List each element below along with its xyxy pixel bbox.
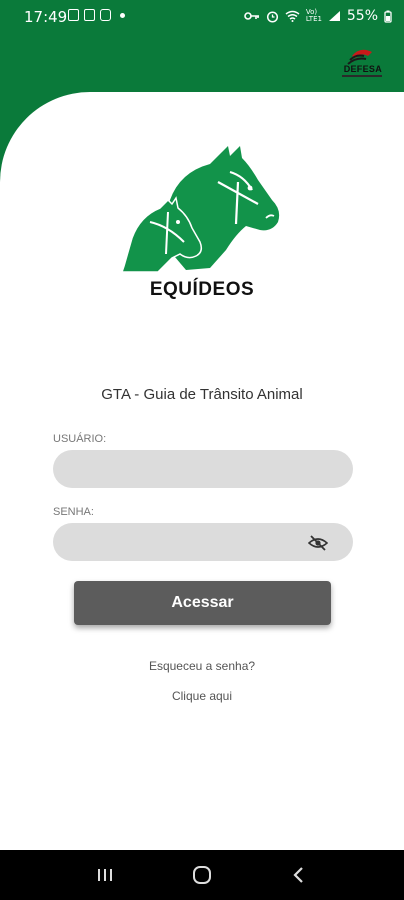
username-label: USUÁRIO: bbox=[53, 433, 107, 445]
wifi-icon bbox=[285, 10, 300, 22]
status-left-icons bbox=[68, 9, 125, 21]
image-icon bbox=[68, 9, 79, 21]
forgot-password-text: Esqueceu a senha? bbox=[148, 659, 256, 673]
toggle-password-visibility-button[interactable] bbox=[305, 530, 331, 556]
teams-icon bbox=[100, 9, 111, 21]
signal-icon bbox=[328, 11, 340, 21]
app-title: EQUÍDEOS bbox=[149, 279, 255, 300]
battery-percent: 55% bbox=[346, 8, 378, 24]
horse-heads-icon bbox=[120, 146, 280, 273]
navigation-bar bbox=[0, 850, 404, 900]
brand-name: DEFESA bbox=[343, 64, 382, 74]
status-bar: 17:49 Vo) LTE1 55% bbox=[0, 0, 404, 34]
access-button[interactable]: Acessar bbox=[74, 581, 331, 625]
dot-icon bbox=[120, 12, 125, 18]
password-label: SENHA: bbox=[53, 506, 94, 518]
back-button[interactable] bbox=[279, 855, 319, 895]
back-icon bbox=[293, 867, 304, 883]
network-label: Vo) LTE1 bbox=[305, 8, 322, 23]
eye-off-icon bbox=[308, 535, 328, 551]
alarm-icon bbox=[266, 10, 278, 23]
mail-icon bbox=[84, 9, 95, 21]
brand-underline bbox=[342, 75, 382, 77]
app-subtitle: GTA - Guia de Trânsito Animal bbox=[101, 386, 303, 403]
battery-icon bbox=[384, 10, 392, 23]
recents-button[interactable] bbox=[85, 855, 125, 895]
recents-icon bbox=[97, 869, 112, 881]
key-icon bbox=[244, 12, 259, 20]
click-here-link[interactable]: Clique aqui bbox=[0, 689, 404, 703]
status-time: 17:49 bbox=[24, 8, 68, 26]
status-right: Vo) LTE1 55% bbox=[244, 8, 392, 24]
home-button[interactable] bbox=[182, 855, 222, 895]
username-input[interactable] bbox=[53, 450, 353, 488]
home-icon bbox=[192, 866, 211, 884]
